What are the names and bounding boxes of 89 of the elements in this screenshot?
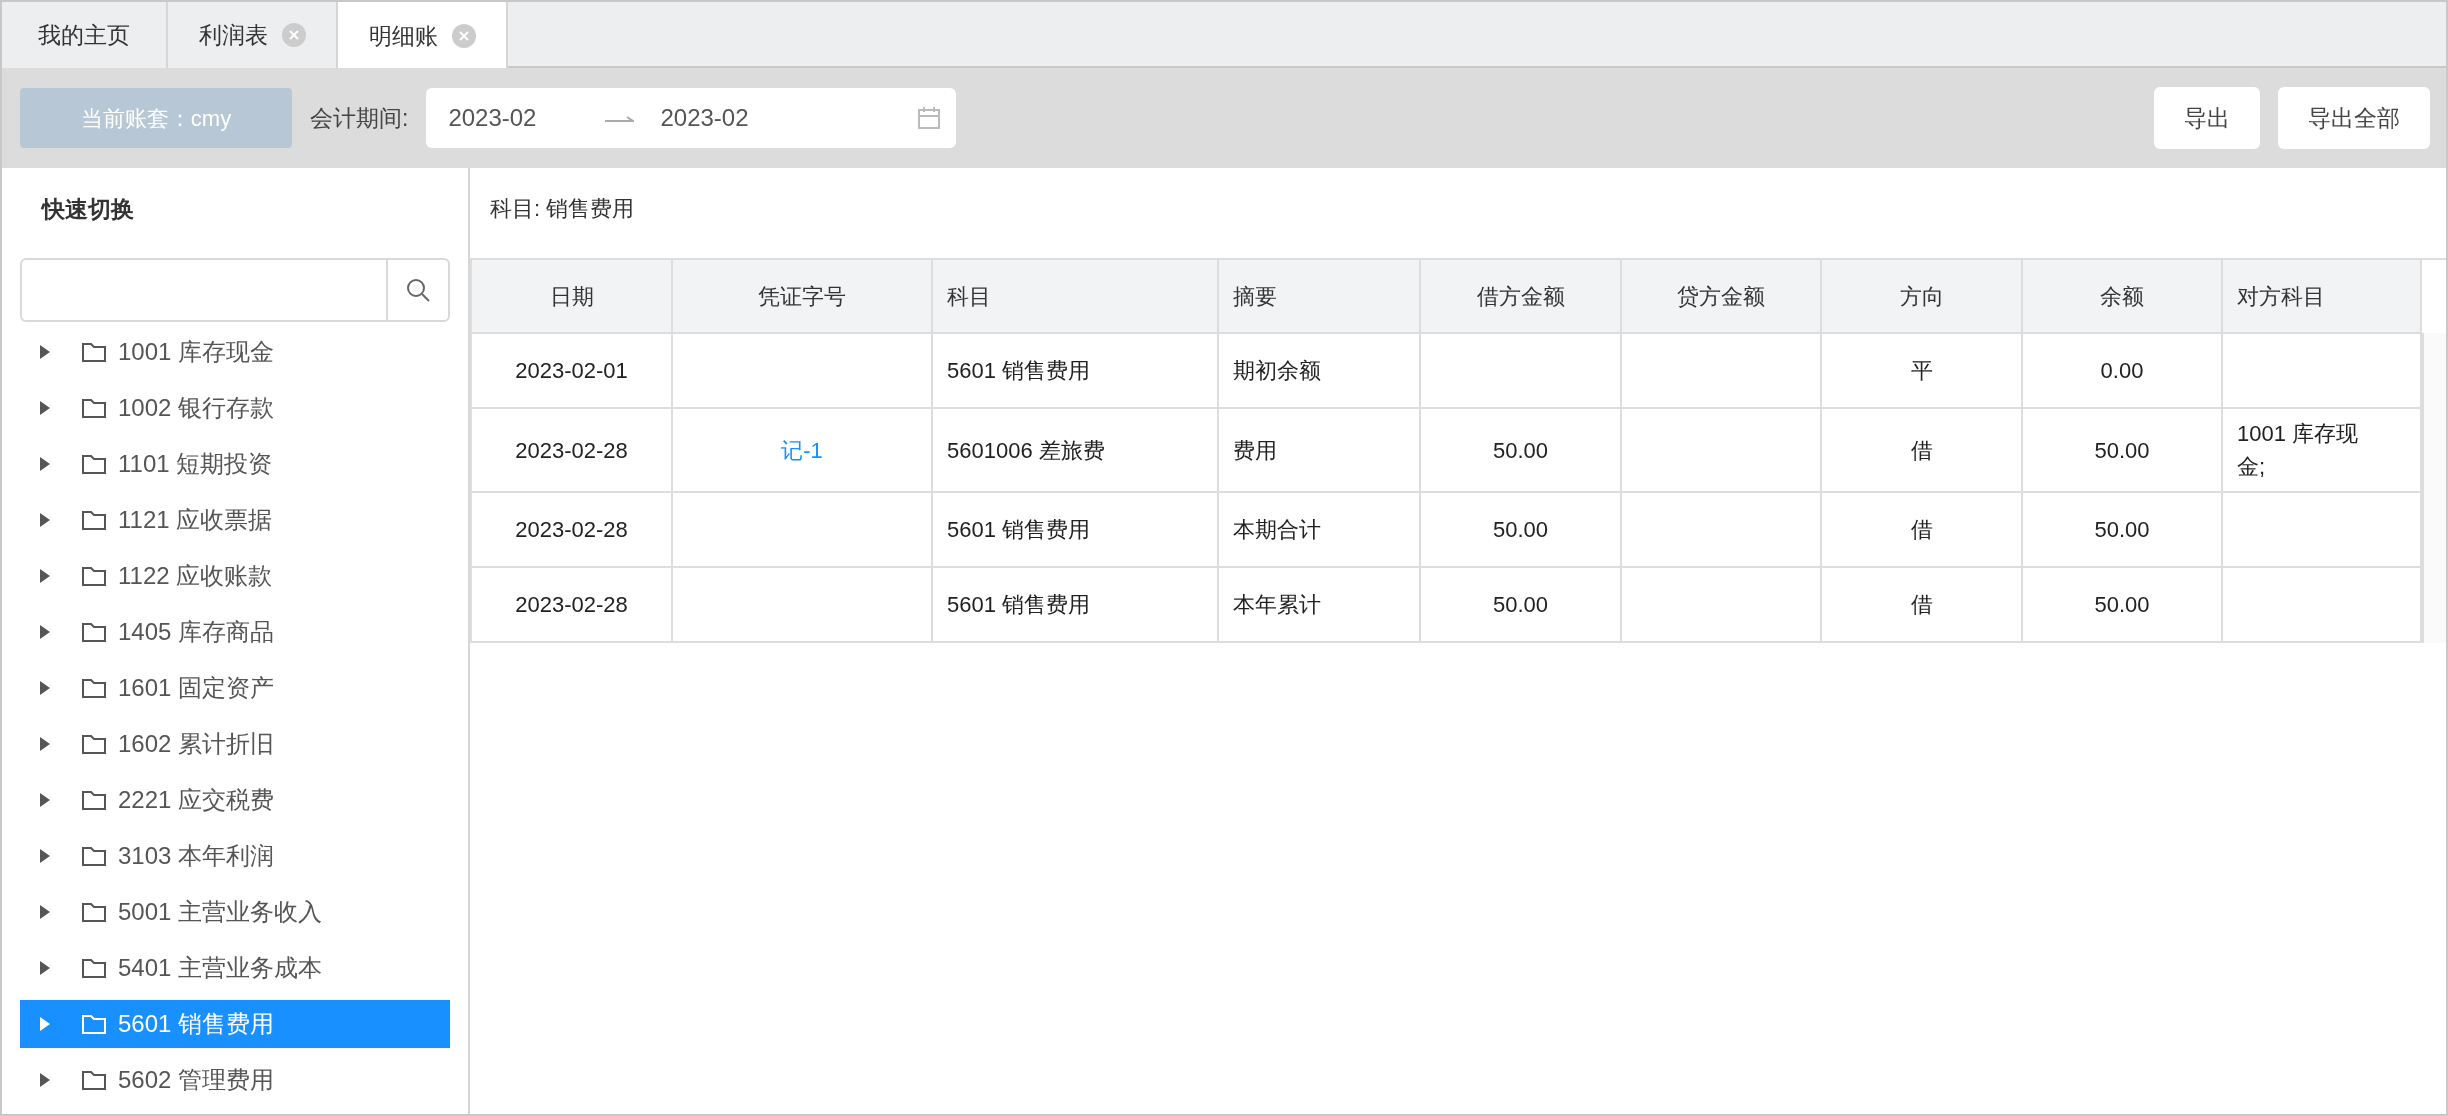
period-label: 会计期间:: [310, 103, 409, 133]
caret-icon: [38, 624, 52, 640]
caret-icon: [38, 400, 52, 416]
folder-icon: [82, 398, 106, 418]
tree-item[interactable]: 3103 本年利润: [20, 828, 450, 884]
scrollbar[interactable]: [2422, 333, 2446, 643]
caret-icon: [38, 344, 52, 360]
folder-icon: [82, 902, 106, 922]
folder-icon: [82, 958, 106, 978]
table-cell: 50.00: [1420, 567, 1621, 642]
caret-icon: [38, 1072, 52, 1088]
table-cell: 5601 销售费用: [932, 567, 1218, 642]
table-cell: 本年累计: [1218, 567, 1420, 642]
table-cell: 期初余额: [1218, 333, 1420, 408]
tree-item[interactable]: 1121 应收票据: [20, 492, 450, 548]
table-cell: 平: [1821, 333, 2022, 408]
folder-icon: [82, 342, 106, 362]
caret-icon: [38, 848, 52, 864]
column-header: 科目: [932, 260, 1218, 333]
column-header: 日期: [471, 260, 672, 333]
caret-icon: [38, 792, 52, 808]
account-label: 当前账套：cmy: [20, 88, 292, 148]
table-cell: 借: [1821, 567, 2022, 642]
table-cell: 5601006 差旅费: [932, 408, 1218, 492]
column-header: 凭证字号: [672, 260, 932, 333]
tree-item[interactable]: 1122 应收账款: [20, 548, 450, 604]
close-icon[interactable]: [451, 24, 476, 48]
folder-icon: [82, 734, 106, 754]
table-cell: 50.00: [2022, 408, 2222, 492]
tree-item[interactable]: 5602 管理费用: [20, 1052, 450, 1108]
folder-icon: [82, 1014, 106, 1034]
table-cell: 50.00: [1420, 408, 1621, 492]
table-cell: 2023-02-01: [471, 333, 672, 408]
column-header: 贷方金额: [1621, 260, 1821, 333]
folder-icon: [82, 454, 106, 474]
sidebar-title: 快速切换: [40, 195, 135, 224]
column-header: 摘要: [1218, 260, 1420, 333]
tab[interactable]: 我的主页: [2, 2, 168, 68]
caret-icon: [38, 904, 52, 920]
tree-item[interactable]: 1601 固定资产: [20, 660, 450, 716]
tree-item[interactable]: 1101 短期投资: [20, 436, 450, 492]
calendar-icon: [918, 107, 941, 129]
table-cell: 0.00: [2022, 333, 2222, 408]
tree-item[interactable]: 5001 主营业务收入: [20, 884, 450, 940]
caret-icon: [38, 736, 52, 752]
table-cell: 50.00: [2022, 492, 2222, 567]
tab[interactable]: 利润表: [168, 2, 338, 68]
caret-icon: [38, 456, 52, 472]
tree-item[interactable]: 2221 应交税费: [20, 772, 450, 828]
table-cell: 50.00: [1420, 492, 1621, 567]
folder-icon: [82, 510, 106, 530]
date-range-field[interactable]: 2023-02 2023-02: [426, 88, 957, 148]
subject-label: 科目: 销售费用: [489, 195, 636, 223]
folder-icon: [82, 622, 106, 642]
table-cell: 借: [1821, 492, 2022, 567]
table-cell: 2023-02-28: [471, 408, 672, 492]
caret-icon: [38, 568, 52, 584]
table-cell: 2023-02-28: [471, 567, 672, 642]
table-cell: 本期合计: [1218, 492, 1420, 567]
column-header: 余额: [2022, 260, 2222, 333]
table-cell: 费用: [1218, 408, 1420, 492]
tree-item[interactable]: 5401 主营业务成本: [20, 940, 450, 996]
tab[interactable]: 明细账: [338, 2, 508, 70]
close-icon[interactable]: [281, 23, 306, 47]
folder-icon: [82, 566, 106, 586]
folder-icon: [82, 790, 106, 810]
table-cell: 2023-02-28: [471, 492, 672, 567]
column-header: 方向: [1821, 260, 2022, 333]
table-cell: 50.00: [2022, 567, 2222, 642]
search-field[interactable]: [20, 258, 450, 322]
caret-icon: [38, 1016, 52, 1032]
table-cell: 5601 销售费用: [932, 492, 1218, 567]
tree-item[interactable]: 1602 累计折旧: [20, 716, 450, 772]
export-button[interactable]: 导出: [2154, 87, 2260, 149]
column-header: 对方科目: [2222, 260, 2421, 333]
caret-icon: [38, 680, 52, 696]
caret-icon: [38, 512, 52, 528]
table-cell: 借: [1821, 408, 2022, 492]
tree-item[interactable]: 1001 库存现金: [20, 324, 450, 380]
tree-item[interactable]: 1002 银行存款: [20, 380, 450, 436]
caret-icon: [38, 960, 52, 976]
folder-icon: [82, 678, 106, 698]
search-icon: [405, 277, 431, 303]
export-button[interactable]: 导出全部: [2278, 87, 2430, 149]
tree-item[interactable]: 1405 库存商品: [20, 604, 450, 660]
table-cell: 5601 销售费用: [932, 333, 1218, 408]
column-header: 借方金额: [1420, 260, 1621, 333]
folder-icon: [82, 846, 106, 866]
folder-icon: [82, 1070, 106, 1090]
